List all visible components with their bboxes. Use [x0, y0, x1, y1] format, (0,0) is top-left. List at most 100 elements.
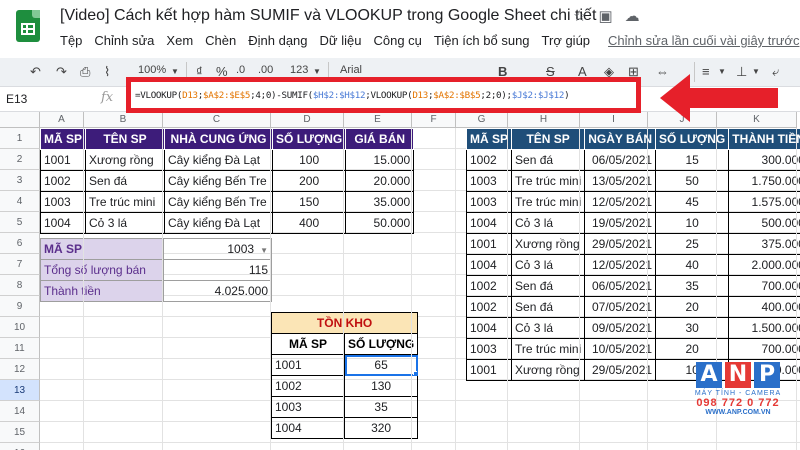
column-header[interactable]: B — [84, 112, 163, 128]
cloud-status-icon[interactable]: ☁ — [625, 7, 640, 25]
document-title[interactable]: [Video] Cách kết hợp hàm SUMIF và VLOOKU… — [60, 7, 596, 25]
sales-cell[interactable]: Cỏ 3 lá — [511, 317, 586, 339]
sales-cell[interactable]: 50 — [655, 170, 730, 192]
product-cell[interactable]: 400 — [272, 212, 347, 234]
product-cell[interactable]: Cây kiểng Đà Lạt — [164, 149, 274, 171]
sales-cell[interactable]: Tre trúc mini — [511, 338, 586, 360]
sales-cell[interactable]: 1004 — [465, 317, 513, 339]
sales-cell[interactable]: 29/05/2021 — [584, 233, 657, 255]
sales-cell[interactable]: 1.750.000 — [728, 170, 800, 192]
sales-cell[interactable]: 700.000 — [728, 275, 800, 297]
sales-cell[interactable]: 15 — [655, 149, 730, 171]
lookup-value[interactable]: 1003 ▼ — [163, 238, 272, 260]
move-folder-icon[interactable]: ▣ — [598, 7, 612, 25]
sales-cell[interactable]: 45 — [655, 191, 730, 213]
product-cell[interactable]: Cây kiểng Đà Lạt — [164, 212, 274, 234]
lookup-value[interactable]: 4.025.000 — [163, 280, 272, 302]
sales-cell[interactable]: 12/05/2021 — [584, 191, 657, 213]
undo-icon[interactable]: ↶ — [30, 64, 41, 80]
redo-icon[interactable]: ↷ — [56, 64, 67, 80]
menu-item[interactable]: Chỉnh sửa — [94, 33, 154, 48]
sales-cell[interactable]: 1003 — [465, 170, 513, 192]
sales-cell[interactable]: 1004 — [465, 212, 513, 234]
increase-decimal-button[interactable]: .00 — [258, 64, 273, 76]
stock-cell[interactable]: 1004 — [271, 417, 345, 439]
product-cell[interactable]: 150 — [272, 191, 347, 213]
sales-cell[interactable]: 19/05/2021 — [584, 212, 657, 234]
sales-header-cell[interactable]: THÀNH TIỀN — [728, 128, 800, 150]
product-cell[interactable]: 50.000 — [345, 212, 415, 234]
sales-cell[interactable]: 1003 — [465, 338, 513, 360]
lookup-label[interactable]: MÃ SP — [40, 238, 164, 260]
sales-header-cell[interactable]: TÊN SP — [511, 128, 586, 150]
product-header-cell[interactable]: SỐ LƯỢNG — [272, 128, 347, 150]
menu-item[interactable]: Tiện ích bổ sung — [434, 33, 530, 48]
sales-cell[interactable]: 10/05/2021 — [584, 338, 657, 360]
row-header[interactable]: 13 — [0, 380, 40, 401]
star-icon[interactable]: ☆ — [573, 7, 586, 25]
stock-cell[interactable]: 1002 — [271, 375, 345, 397]
product-cell[interactable]: 35.000 — [345, 191, 415, 213]
sales-cell[interactable]: Cỏ 3 lá — [511, 254, 586, 276]
stock-cell[interactable]: 1003 — [271, 396, 345, 418]
column-header[interactable]: F — [412, 112, 456, 128]
product-cell[interactable]: Cây kiểng Bến Tre — [164, 170, 274, 192]
column-header[interactable]: G — [456, 112, 508, 128]
sales-cell[interactable]: 12/05/2021 — [584, 254, 657, 276]
product-header-cell[interactable]: MÃ SP — [39, 128, 87, 150]
row-header[interactable]: 7 — [0, 254, 40, 275]
product-cell[interactable]: 1003 — [39, 191, 87, 213]
menu-item[interactable]: Tệp — [60, 33, 82, 48]
product-cell[interactable]: Xương rồng — [85, 149, 166, 171]
sales-cell[interactable]: 07/05/2021 — [584, 296, 657, 318]
row-header[interactable]: 12 — [0, 359, 40, 380]
sales-cell[interactable]: 1004 — [465, 254, 513, 276]
stock-header-cell[interactable]: MÃ SP — [271, 333, 345, 355]
row-header[interactable]: 5 — [0, 212, 40, 233]
product-cell[interactable]: Cỏ 3 lá — [85, 212, 166, 234]
paint-format-icon[interactable]: ⌇ — [104, 64, 110, 80]
font-family-select[interactable]: Arial — [340, 64, 362, 76]
selected-cell-e13[interactable]: 65 — [343, 354, 419, 376]
menu-item[interactable]: Chèn — [205, 33, 236, 48]
sales-header-cell[interactable]: NGÀY BÁN — [584, 128, 657, 150]
row-header[interactable]: 9 — [0, 296, 40, 317]
sales-cell[interactable]: 1.575.000 — [728, 191, 800, 213]
stock-title[interactable]: TỒN KHO — [270, 312, 419, 334]
menu-item[interactable]: Trợ giúp — [542, 33, 591, 48]
row-header[interactable]: 11 — [0, 338, 40, 359]
sales-cell[interactable]: 09/05/2021 — [584, 317, 657, 339]
column-header[interactable]: A — [40, 112, 84, 128]
menu-item[interactable]: Định dạng — [248, 33, 307, 48]
column-header[interactable]: I — [580, 112, 648, 128]
decrease-decimal-button[interactable]: .0 — [236, 64, 245, 76]
product-cell[interactable]: 20.000 — [345, 170, 415, 192]
row-header[interactable]: 2 — [0, 149, 40, 170]
sales-cell[interactable]: 1.500.000 — [728, 317, 800, 339]
column-header[interactable]: D — [271, 112, 344, 128]
menu-item[interactable]: Dữ liệu — [320, 33, 362, 48]
product-cell[interactable]: 200 — [272, 170, 347, 192]
lookup-label[interactable]: Tổng số lượng bán — [40, 259, 164, 281]
product-cell[interactable]: 100 — [272, 149, 347, 171]
print-icon[interactable]: ⎙ — [80, 64, 90, 80]
sales-cell[interactable]: 13/05/2021 — [584, 170, 657, 192]
sheets-logo-icon[interactable] — [16, 10, 40, 42]
sales-cell[interactable]: 1002 — [465, 275, 513, 297]
stock-cell[interactable]: 320 — [343, 417, 419, 439]
sales-cell[interactable]: 06/05/2021 — [584, 275, 657, 297]
sales-cell[interactable]: 29/05/2021 — [584, 359, 657, 381]
sales-header-cell[interactable]: MÃ SP — [465, 128, 513, 150]
menu-item[interactable]: Công cụ — [373, 33, 421, 48]
lookup-label[interactable]: Thành tiền — [40, 280, 164, 302]
sales-cell[interactable]: Xương rồng — [511, 233, 586, 255]
sales-cell[interactable]: 25 — [655, 233, 730, 255]
sales-cell[interactable]: 20 — [655, 338, 730, 360]
row-header[interactable]: 3 — [0, 170, 40, 191]
sales-cell[interactable]: Tre trúc mini — [511, 191, 586, 213]
select-all-corner[interactable] — [0, 112, 40, 128]
column-header[interactable]: E — [344, 112, 412, 128]
sales-cell[interactable]: 375.000 — [728, 233, 800, 255]
sales-cell[interactable]: Tre trúc mini — [511, 170, 586, 192]
sales-cell[interactable]: 40 — [655, 254, 730, 276]
